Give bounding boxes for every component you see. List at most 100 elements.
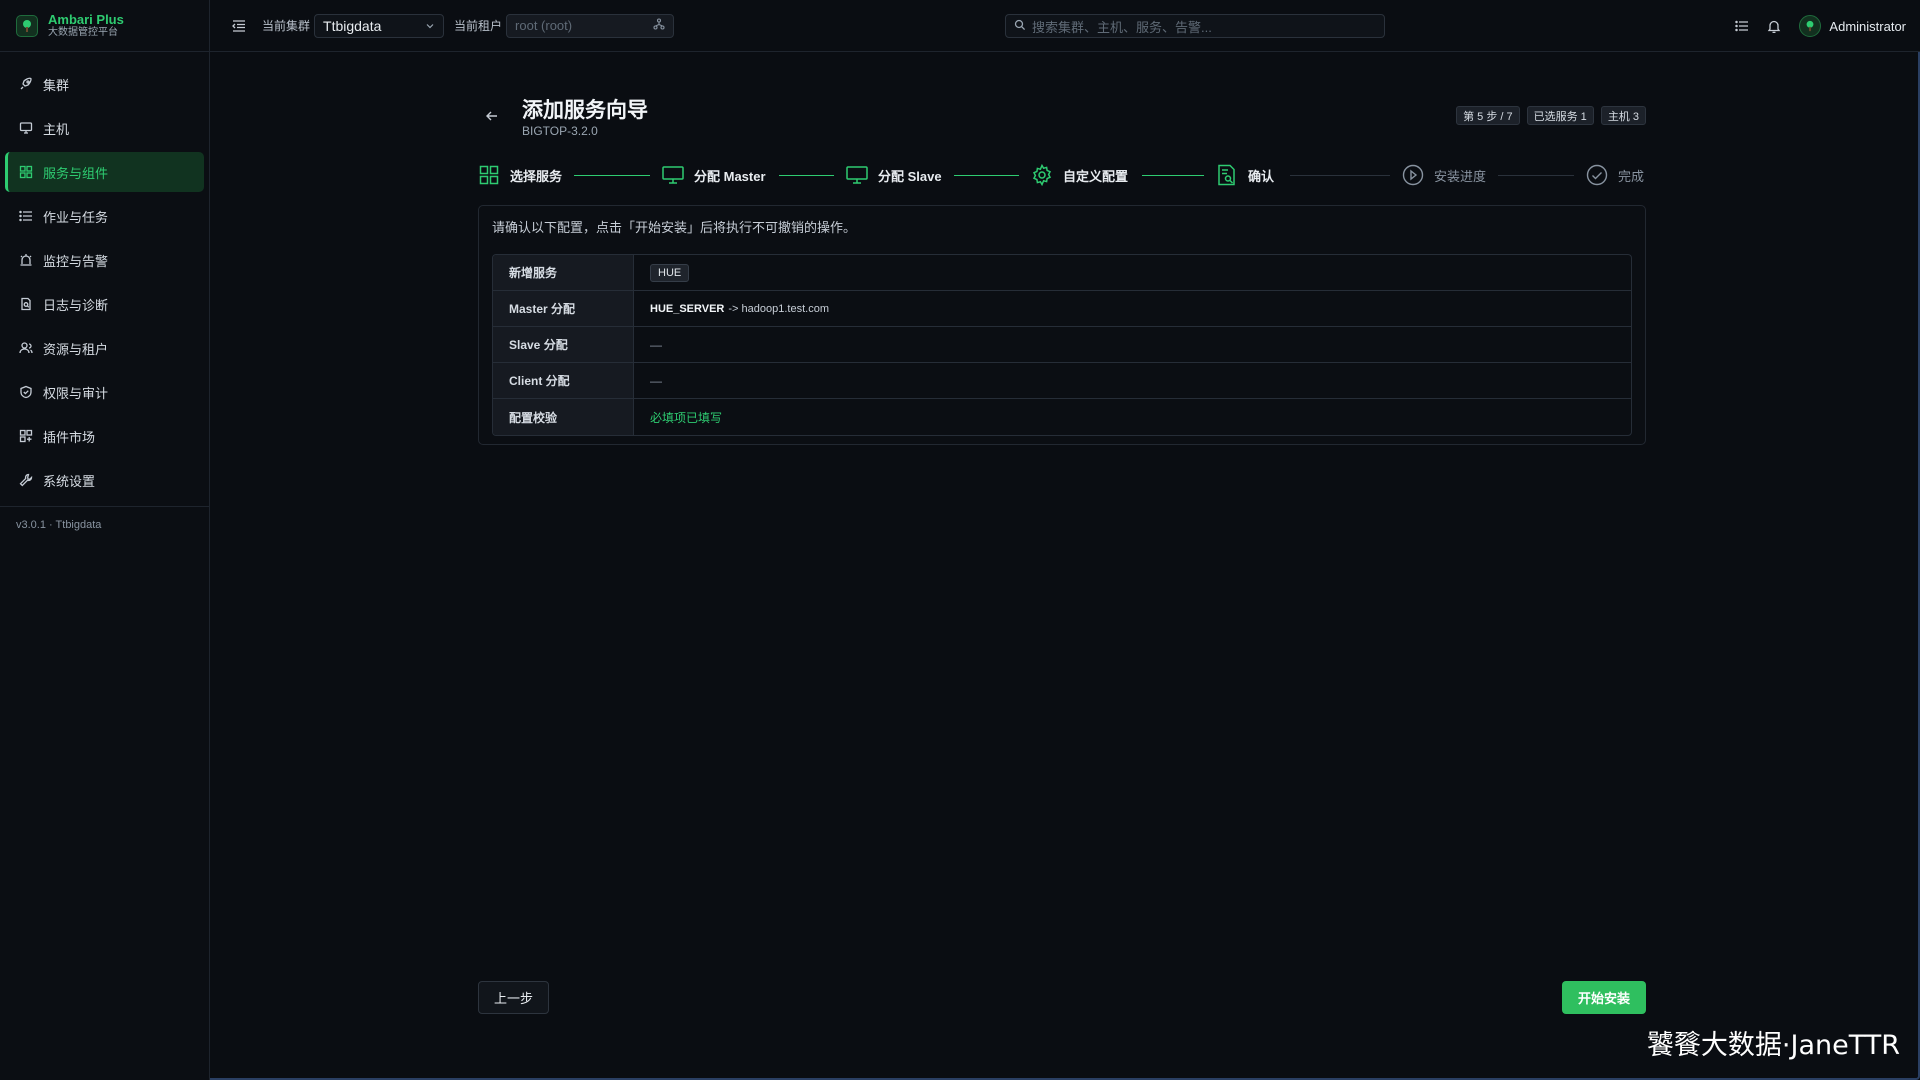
avatar[interactable] xyxy=(1799,15,1822,37)
hosts-count-badge: 主机 3 xyxy=(1600,106,1646,125)
menu-fold-icon[interactable] xyxy=(230,17,248,35)
main-content: 添加服务向导 BIGTOP-3.2.0 第 5 步 / 7 已选服务 1 主机 … xyxy=(478,52,1646,1080)
tenant-input[interactable]: root (root) xyxy=(506,13,675,38)
wizard-steps: 选择服务 分配 Master 分配 Slave 自定义配置 确认 安装进度 完成 xyxy=(478,158,1646,192)
validation-status: 必填项已填写 xyxy=(650,410,723,425)
sidebar-item-settings[interactable]: 系统设置 xyxy=(5,460,204,500)
sidebar-item-logs[interactable]: 日志与诊断 xyxy=(5,284,204,324)
table-row: 新增服务 HUE xyxy=(493,255,1631,291)
task-list-icon[interactable] xyxy=(1733,17,1751,35)
row-value: HUE xyxy=(634,255,1631,290)
step-connector xyxy=(954,175,1019,176)
grid-icon xyxy=(478,164,500,186)
sidebar-item-permissions[interactable]: 权限与审计 xyxy=(5,372,204,412)
step-connector xyxy=(1142,175,1204,176)
table-row: 配置校验 必填项已填写 xyxy=(493,399,1631,435)
step-connector xyxy=(574,175,650,176)
sidebar-item-label: 权限与审计 xyxy=(43,385,109,401)
sidebar-item-cluster[interactable]: 集群 xyxy=(5,64,204,104)
topbar-actions: Administrator xyxy=(1719,0,1906,52)
step-select-services[interactable]: 选择服务 xyxy=(478,158,562,192)
rocket-icon xyxy=(19,77,33,91)
cluster-select[interactable]: Ttbigdata xyxy=(314,13,445,38)
check-circle-icon xyxy=(1586,164,1608,186)
topbar: 当前集群 Ttbigdata 当前租户 root (root) 搜索集群、主机、… xyxy=(210,0,1920,52)
row-key: Slave 分配 xyxy=(493,327,634,362)
page-header: 添加服务向导 BIGTOP-3.2.0 第 5 步 / 7 已选服务 1 主机 … xyxy=(478,90,1646,140)
step-connector xyxy=(779,175,834,176)
sidebar-item-services[interactable]: 服务与组件 xyxy=(5,152,204,192)
tree-logo-icon xyxy=(16,14,38,37)
start-install-button[interactable]: 开始安装 xyxy=(1562,981,1646,1014)
step-connector xyxy=(1290,175,1390,176)
page-subtitle: BIGTOP-3.2.0 xyxy=(522,124,598,138)
step-confirm[interactable]: 确认 xyxy=(1216,158,1274,192)
users-icon xyxy=(19,341,33,355)
alarm-icon xyxy=(19,253,33,267)
step-finish[interactable]: 完成 xyxy=(1586,158,1644,192)
sidebar-item-label: 服务与组件 xyxy=(43,165,109,181)
user-name[interactable]: Administrator xyxy=(1829,19,1906,34)
brand-title: Ambari Plus xyxy=(48,12,124,27)
shield-icon xyxy=(19,385,33,399)
row-value: HUE_SERVER -> hadoop1.test.com xyxy=(634,291,1631,326)
selected-services-badge: 已选服务 1 xyxy=(1526,106,1594,125)
file-search-icon xyxy=(19,297,33,311)
step-label: 选择服务 xyxy=(510,168,563,184)
tenant-placeholder: root (root) xyxy=(515,18,573,33)
wrench-icon xyxy=(19,473,33,487)
sidebar-item-label: 主机 xyxy=(43,121,70,137)
tenant-tree-icon xyxy=(653,18,665,33)
step-custom-config[interactable]: 自定义配置 xyxy=(1031,158,1128,192)
step-assign-slave[interactable]: 分配 Slave xyxy=(846,158,942,192)
version-label: v3.0.1 · Ttbigdata xyxy=(0,506,209,543)
tenant-label: 当前租户 xyxy=(454,19,503,33)
table-row: Master 分配 HUE_SERVER -> hadoop1.test.com xyxy=(493,291,1631,327)
sidebar-item-label: 集群 xyxy=(43,77,70,93)
row-key: Client 分配 xyxy=(493,363,634,398)
confirm-table: 新增服务 HUE Master 分配 HUE_SERVER -> hadoop1… xyxy=(492,254,1632,436)
puzzle-icon xyxy=(19,429,33,443)
step-assign-master[interactable]: 分配 Master xyxy=(662,158,766,192)
list-icon xyxy=(19,209,33,223)
step-label: 确认 xyxy=(1248,168,1275,184)
row-value: — xyxy=(650,337,662,352)
sidebar-nav: 集群 主机 服务与组件 作业与任务 监控与告警 日志与诊断 资源与租户 权限与审… xyxy=(0,52,209,500)
previous-step-button[interactable]: 上一步 xyxy=(478,981,549,1014)
brand[interactable]: Ambari Plus 大数据管控平台 xyxy=(0,0,209,52)
play-circle-icon xyxy=(1402,164,1424,186)
step-label: 自定义配置 xyxy=(1063,168,1129,184)
watermark-text: 饕餮大数据·JaneTTR xyxy=(1646,1030,1900,1061)
sidebar-item-hosts[interactable]: 主机 xyxy=(5,108,204,148)
grid-icon xyxy=(19,165,33,179)
page-title: 添加服务向导 xyxy=(522,99,648,122)
sidebar-item-plugins[interactable]: 插件市场 xyxy=(5,416,204,456)
cluster-select-value: Ttbigdata xyxy=(323,17,382,34)
confirm-card: 请确认以下配置，点击「开始安装」后将执行不可撤销的操作。 新增服务 HUE Ma… xyxy=(478,205,1646,445)
header-badges: 第 5 步 / 7 已选服务 1 主机 3 xyxy=(1449,106,1646,125)
step-label: 安装进度 xyxy=(1434,168,1487,184)
back-arrow-icon[interactable] xyxy=(484,108,500,124)
monitor-icon xyxy=(846,164,868,186)
component-name: HUE_SERVER xyxy=(650,302,725,315)
monitor-icon xyxy=(662,164,684,186)
assigned-host: -> hadoop1.test.com xyxy=(728,302,829,315)
document-search-icon xyxy=(1216,164,1238,186)
cluster-label: 当前集群 xyxy=(262,19,311,33)
monitor-icon xyxy=(19,121,33,135)
step-install-progress[interactable]: 安装进度 xyxy=(1402,158,1486,192)
bell-icon[interactable] xyxy=(1765,17,1783,35)
step-label: 分配 Slave xyxy=(878,168,942,184)
row-key: Master 分配 xyxy=(493,291,634,326)
sidebar-item-jobs[interactable]: 作业与任务 xyxy=(5,196,204,236)
sidebar-item-resources[interactable]: 资源与租户 xyxy=(5,328,204,368)
step-count-badge: 第 5 步 / 7 xyxy=(1456,106,1520,125)
gear-icon xyxy=(1031,164,1053,186)
row-value: 必填项已填写 xyxy=(634,399,1631,435)
service-tag: HUE xyxy=(650,263,690,282)
row-value: — xyxy=(650,373,662,388)
global-search-input[interactable]: 搜索集群、主机、服务、告警... xyxy=(1005,14,1385,38)
confirm-notice: 请确认以下配置，点击「开始安装」后将执行不可撤销的操作。 xyxy=(492,220,857,235)
chevron-down-icon xyxy=(425,18,435,34)
sidebar-item-monitoring[interactable]: 监控与告警 xyxy=(5,240,204,280)
